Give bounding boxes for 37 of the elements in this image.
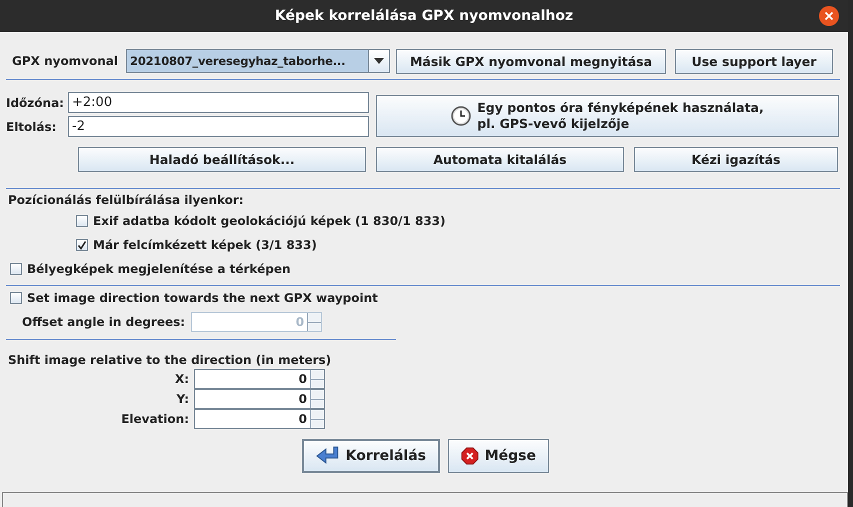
manual-adjust-button[interactable]: Kézi igazítás [634,147,838,172]
checkbox[interactable] [76,239,88,251]
gpx-track-dropdown[interactable]: 20210807_veresegyhaz_taborhe... [126,49,390,73]
number-spinner[interactable]: 0 [194,369,325,389]
return-arrow-icon [316,446,340,466]
checkbox[interactable] [76,215,88,227]
clock-icon [451,106,472,126]
field-label: Időzóna: [6,96,65,110]
field-label: Eltolás: [6,120,58,134]
correlate-button[interactable]: Korrelálás [302,439,440,473]
number-spinner[interactable]: 0 [194,389,325,409]
section-heading: Shift image relative to the direction (in meters) [7,352,332,369]
spinner-label: Elevation: [120,412,190,426]
spinner-label: X: [174,372,190,386]
clock-photo-button[interactable]: Egy pontos óra fényképének használata, pl. GPS-vevő kijelzője [376,95,839,137]
auto-guess-button[interactable]: Automata kitalálás [376,147,624,172]
checkbox-label: Bélyegképek megjelenítése a térképen [27,262,290,276]
close-icon[interactable] [819,6,839,26]
text-field[interactable]: +2:00 [68,92,369,113]
number-spinner[interactable]: 0 [194,409,325,429]
checkbox-label: Már felcímkézett képek (3/1 833) [93,238,317,252]
open-track-button[interactable]: Másik GPX nyomvonal megnyitása [396,48,666,74]
section-heading: Pozícionálás felülbírálása ilyenkor: [7,192,245,209]
advanced-settings-button[interactable]: Haladó beállítások... [78,147,366,172]
checkbox[interactable] [10,292,22,304]
cancel-button[interactable]: Mégse [448,439,549,473]
checkbox-label: Exif adatba kódolt geolokációjú képek (1 830/1 833) [93,214,446,228]
spinner-label: Y: [176,392,190,406]
checkbox[interactable] [10,263,22,275]
window-title: Képek korrelálása GPX nyomvonalhoz [274,8,574,24]
gpx-track-label: GPX nyomvonal [11,54,120,68]
offset-angle-label: Offset angle in degrees: [22,315,186,329]
cancel-icon [461,445,479,467]
text-field[interactable]: -2 [68,116,369,137]
support-layer-button[interactable]: Use support layer [675,48,834,74]
caret-icon [374,58,384,64]
checkbox-label: Set image direction towards the next GPX waypoint [27,291,378,305]
